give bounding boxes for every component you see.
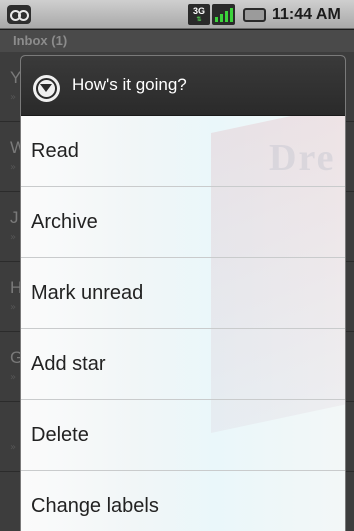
inbox-header: Inbox (1) bbox=[0, 30, 354, 52]
dialog-title: How's it going? bbox=[72, 75, 187, 94]
context-menu-dialog: How's it going? Dre Read Archive Mark un… bbox=[20, 55, 346, 531]
menu-item-add-star[interactable]: Add star bbox=[21, 329, 345, 400]
menu-item-change-labels[interactable]: Change labels bbox=[21, 471, 345, 531]
menu-item-archive[interactable]: Archive bbox=[21, 187, 345, 258]
menu-list: Dre Read Archive Mark unread Add star De… bbox=[21, 116, 345, 531]
voicemail-icon bbox=[7, 5, 31, 24]
menu-item-read[interactable]: Read bbox=[21, 116, 345, 187]
expand-circle-icon bbox=[33, 75, 60, 102]
status-bar: 3G ⇅ 11:44 AM bbox=[0, 0, 354, 29]
network-label: 3G bbox=[192, 6, 205, 16]
dialog-header: How's it going? bbox=[21, 56, 345, 116]
battery-icon bbox=[243, 8, 266, 22]
menu-item-mark-unread[interactable]: Mark unread bbox=[21, 258, 345, 329]
menu-item-delete[interactable]: Delete bbox=[21, 400, 345, 471]
signal-icon bbox=[212, 4, 235, 25]
status-time: 11:44 AM bbox=[272, 6, 341, 23]
network-3g-icon: 3G ⇅ bbox=[188, 4, 210, 25]
